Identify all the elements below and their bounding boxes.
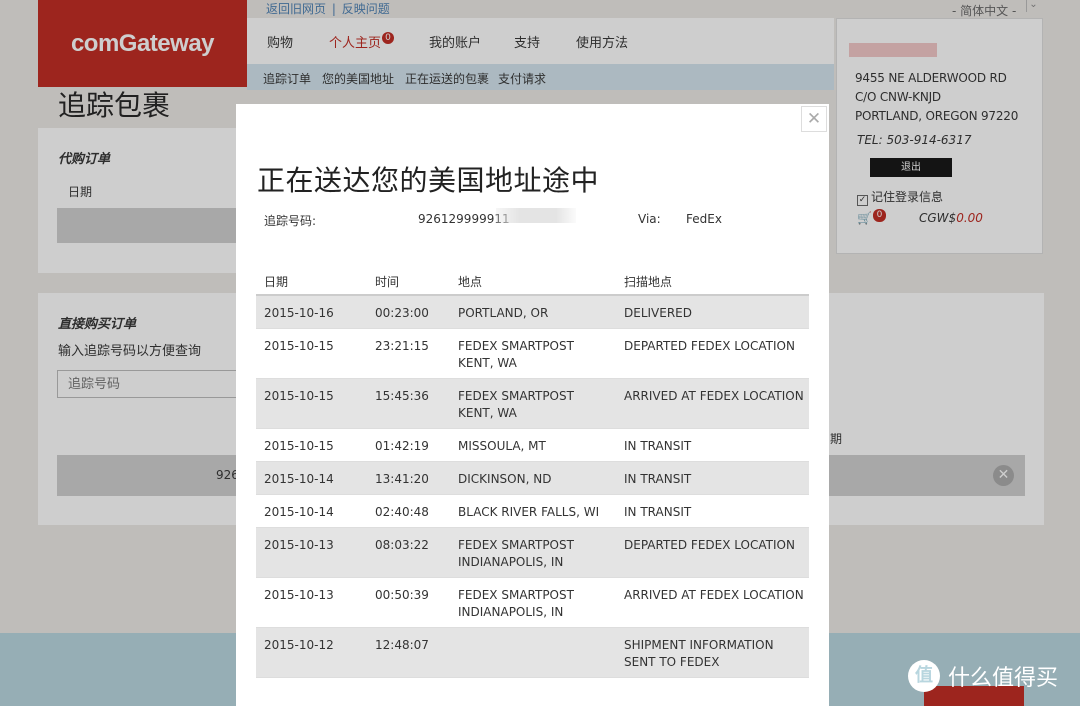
tracking-modal: ✕ 正在送达您的美国地址途中 追踪号码: 926129999911 Via: F… bbox=[236, 104, 829, 706]
watermark: 值什么值得买 bbox=[908, 660, 1058, 692]
table-row: 2015-10-16 00:23:00 PORTLAND, OR DELIVER… bbox=[256, 296, 809, 329]
row-location: FEDEX SMARTPOST KENT, WA bbox=[458, 339, 574, 370]
modal-title: 正在送达您的美国地址途中 bbox=[257, 164, 600, 197]
tracking-table: 日期 时间 地点 扫描地点 2015-10-16 00:23:00 PORTLA… bbox=[256, 266, 809, 678]
row-time: 12:48:07 bbox=[375, 638, 429, 652]
row-location: FEDEX SMARTPOST INDIANAPOLIS, IN bbox=[458, 588, 574, 619]
row-date: 2015-10-12 bbox=[264, 638, 334, 652]
tracking-label: 追踪号码: bbox=[264, 214, 317, 228]
row-scan: DEPARTED FEDEX LOCATION bbox=[624, 339, 795, 353]
row-date: 2015-10-13 bbox=[264, 588, 334, 602]
col-scan: 扫描地点 bbox=[624, 275, 673, 289]
row-time: 00:23:00 bbox=[375, 306, 429, 320]
table-header: 日期 时间 地点 扫描地点 bbox=[256, 266, 809, 296]
row-scan: IN TRANSIT bbox=[624, 439, 692, 453]
row-scan: SHIPMENT INFORMATION SENT TO FEDEX bbox=[624, 638, 774, 669]
row-scan: IN TRANSIT bbox=[624, 505, 692, 519]
table-row: 2015-10-13 08:03:22 FEDEX SMARTPOST INDI… bbox=[256, 528, 809, 578]
row-date: 2015-10-15 bbox=[264, 439, 334, 453]
table-row: 2015-10-15 01:42:19 MISSOULA, MT IN TRAN… bbox=[256, 429, 809, 462]
row-time: 01:42:19 bbox=[375, 439, 429, 453]
col-date: 日期 bbox=[264, 275, 289, 289]
row-date: 2015-10-14 bbox=[264, 505, 334, 519]
col-location: 地点 bbox=[458, 275, 483, 289]
row-scan: DELIVERED bbox=[624, 306, 692, 320]
row-time: 00:50:39 bbox=[375, 588, 429, 602]
row-scan: IN TRANSIT bbox=[624, 472, 692, 486]
row-date: 2015-10-13 bbox=[264, 538, 334, 552]
close-icon[interactable]: ✕ bbox=[801, 106, 827, 132]
table-row: 2015-10-12 12:48:07 SHIPMENT INFORMATION… bbox=[256, 628, 809, 678]
row-time: 08:03:22 bbox=[375, 538, 429, 552]
watermark-icon: 值 bbox=[908, 660, 940, 692]
row-time: 02:40:48 bbox=[375, 505, 429, 519]
via-label: Via: bbox=[638, 212, 661, 226]
col-time: 时间 bbox=[375, 275, 400, 289]
row-date: 2015-10-14 bbox=[264, 472, 334, 486]
table-row: 2015-10-14 02:40:48 BLACK RIVER FALLS, W… bbox=[256, 495, 809, 528]
row-date: 2015-10-15 bbox=[264, 389, 334, 403]
row-date: 2015-10-15 bbox=[264, 339, 334, 353]
table-row: 2015-10-13 00:50:39 FEDEX SMARTPOST INDI… bbox=[256, 578, 809, 628]
table-row: 2015-10-15 15:45:36 FEDEX SMARTPOST KENT… bbox=[256, 379, 809, 429]
row-location: FEDEX SMARTPOST INDIANAPOLIS, IN bbox=[458, 538, 574, 569]
watermark-text: 什么值得买 bbox=[948, 666, 1059, 691]
row-scan: ARRIVED AT FEDEX LOCATION bbox=[624, 389, 804, 403]
row-location: PORTLAND, OR bbox=[458, 306, 549, 320]
row-location: DICKINSON, ND bbox=[458, 472, 552, 486]
row-location: FEDEX SMARTPOST KENT, WA bbox=[458, 389, 574, 420]
via-carrier: FedEx bbox=[686, 212, 722, 226]
table-row: 2015-10-14 13:41:20 DICKINSON, ND IN TRA… bbox=[256, 462, 809, 495]
row-scan: ARRIVED AT FEDEX LOCATION bbox=[624, 588, 804, 602]
tracking-redaction bbox=[496, 208, 576, 223]
row-location: MISSOULA, MT bbox=[458, 439, 546, 453]
row-time: 23:21:15 bbox=[375, 339, 429, 353]
table-row: 2015-10-15 23:21:15 FEDEX SMARTPOST KENT… bbox=[256, 329, 809, 379]
row-scan: DEPARTED FEDEX LOCATION bbox=[624, 538, 795, 552]
row-date: 2015-10-16 bbox=[264, 306, 334, 320]
row-time: 15:45:36 bbox=[375, 389, 429, 403]
row-time: 13:41:20 bbox=[375, 472, 429, 486]
row-location: BLACK RIVER FALLS, WI bbox=[458, 505, 600, 519]
